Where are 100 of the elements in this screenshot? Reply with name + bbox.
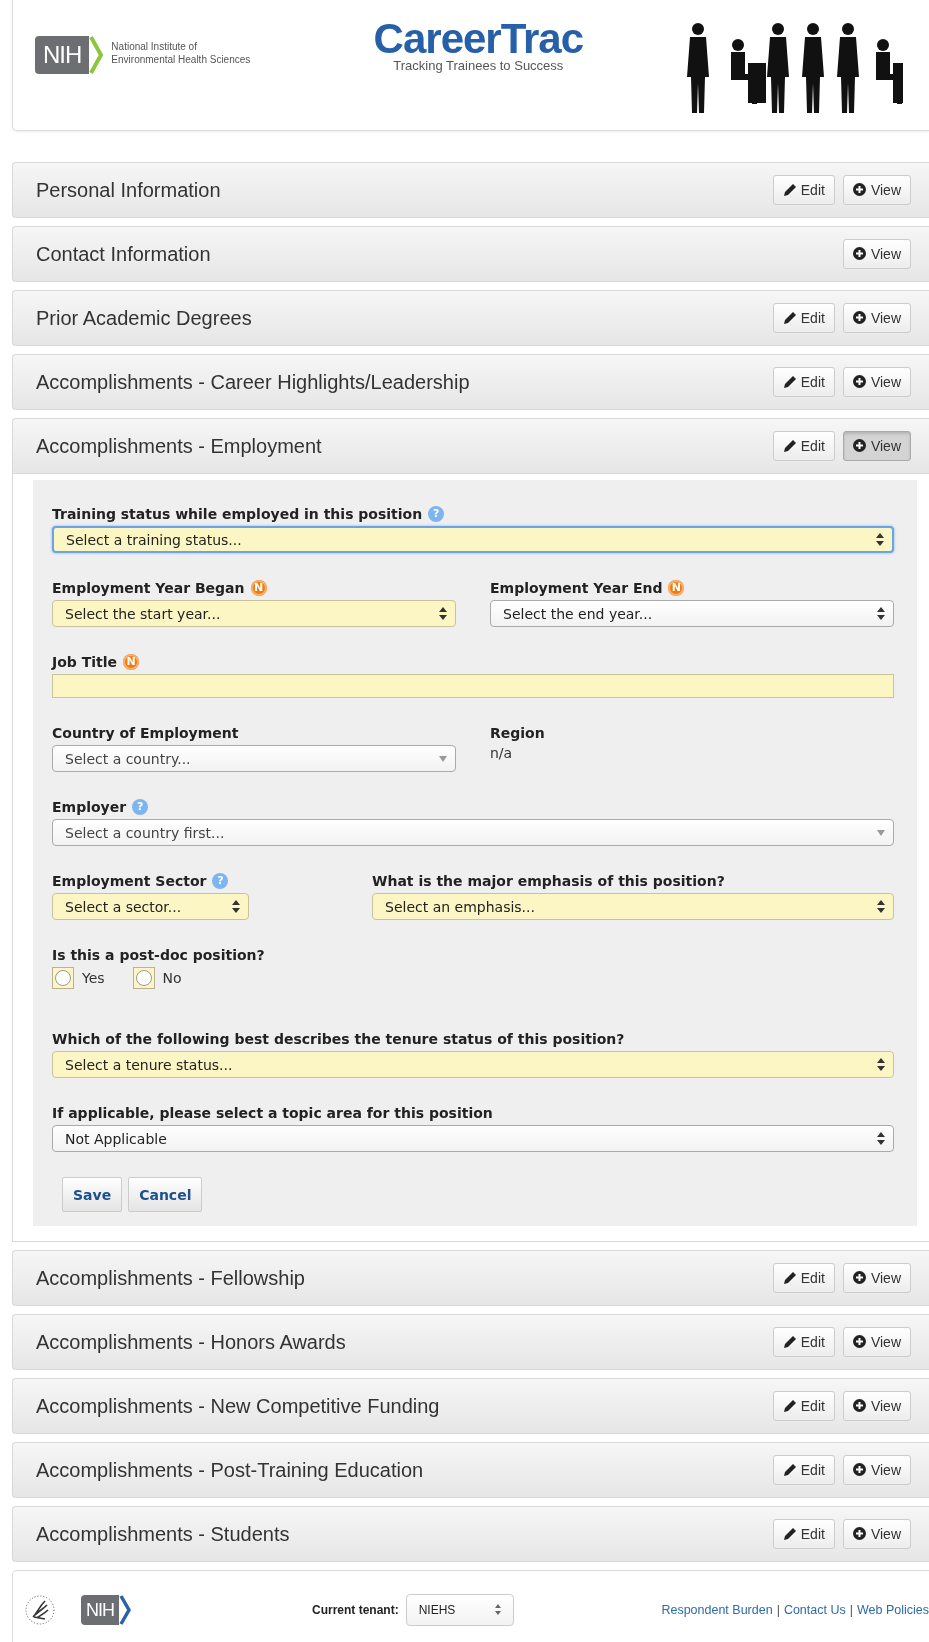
section-header[interactable]: Contact Information View: [12, 226, 929, 282]
field-label: Region: [490, 725, 545, 741]
plus-circle-icon: [852, 1463, 867, 1477]
section-header[interactable]: Accomplishments - New Competitive Funding Edit View: [12, 1378, 929, 1434]
dropdown-arrow-icon: [877, 829, 885, 836]
section-title: Prior Academic Degrees: [36, 306, 252, 330]
view-button[interactable]: View: [842, 175, 911, 205]
section-title: Accomplishments - Career Highlights/Leadership: [36, 370, 470, 394]
edit-button[interactable]: Edit: [772, 175, 835, 205]
plus-circle-icon: [852, 375, 867, 389]
tagline: Tracking Trainees to Success: [392, 58, 565, 73]
field-label: Employment Year Began: [52, 580, 245, 596]
select-field[interactable]: Select a sector...: [52, 893, 249, 920]
pencil-icon: [782, 1271, 797, 1285]
section-title: Personal Information: [36, 178, 221, 202]
select-field[interactable]: Select the start year...: [52, 600, 456, 627]
separator: |: [849, 1602, 853, 1617]
plus-circle-icon: [852, 439, 867, 453]
edit-button[interactable]: Edit: [772, 1455, 835, 1485]
edit-button[interactable]: Edit: [772, 303, 835, 333]
stepper-arrows-icon: [877, 900, 885, 913]
view-button[interactable]: View: [842, 431, 911, 461]
edit-button[interactable]: Edit: [772, 431, 835, 461]
tenant-select[interactable]: NIEHS: [405, 1593, 514, 1626]
pencil-icon: [782, 375, 797, 389]
view-button[interactable]: View: [842, 1391, 911, 1421]
org-name: National Institute of: [111, 40, 198, 53]
field-label: Training status while employed in this position: [52, 506, 423, 522]
field-label: Which of the following best describes the tenure status of this position?: [52, 1031, 625, 1047]
app-title: CareerTrac: [372, 18, 585, 60]
field-label: If applicable, please select a topic area for this position: [52, 1105, 493, 1121]
section-header[interactable]: Personal Information Edit View: [12, 162, 929, 218]
select-field[interactable]: Select a country...: [52, 745, 456, 772]
new-badge: N: [123, 654, 140, 670]
section-header[interactable]: Accomplishments - Fellowship Edit View: [12, 1250, 929, 1306]
section-title: Accomplishments - New Competitive Funding: [36, 1394, 440, 1418]
select-field[interactable]: Select a tenure status...: [52, 1051, 894, 1078]
select-field[interactable]: Select a training status...: [52, 526, 894, 553]
view-button[interactable]: View: [842, 1455, 911, 1485]
view-button[interactable]: View: [842, 1327, 911, 1357]
radio-label: Yes: [82, 970, 105, 986]
pencil-icon: [782, 1335, 797, 1349]
plus-circle-icon: [852, 1335, 867, 1349]
edit-button[interactable]: Edit: [772, 1391, 835, 1421]
stepper-arrows-icon: [877, 1058, 885, 1071]
input-field[interactable]: [52, 674, 894, 698]
new-badge: N: [250, 580, 267, 596]
edit-button[interactable]: Edit: [772, 1327, 835, 1357]
stepper-arrows-icon: [439, 607, 447, 620]
plus-circle-icon: [852, 311, 867, 325]
select-field[interactable]: Not Applicable: [52, 1125, 894, 1152]
radio-button[interactable]: [135, 970, 152, 986]
section-header[interactable]: Prior Academic Degrees Edit View: [12, 290, 929, 346]
section-title: Accomplishments - Fellowship: [36, 1266, 305, 1290]
section-title: Accomplishments - Employment: [36, 434, 322, 458]
pencil-icon: [782, 439, 797, 453]
edit-button[interactable]: Edit: [772, 1519, 835, 1549]
stepper-arrows-icon: [232, 900, 240, 913]
view-button[interactable]: View: [842, 1263, 911, 1293]
help-icon: ?: [428, 506, 445, 522]
logo: NIH: [81, 1593, 131, 1626]
section-header[interactable]: Accomplishments - Post-Training Education Edit View: [12, 1442, 929, 1498]
pencil-icon: [782, 1399, 797, 1413]
pencil-icon: [782, 1527, 797, 1541]
plus-circle-icon: [852, 1527, 867, 1541]
section-title: Accomplishments - Post-Training Education: [36, 1458, 424, 1482]
footer-link[interactable]: Contact Us: [783, 1602, 846, 1617]
view-button[interactable]: View: [842, 1519, 911, 1549]
cancel-button[interactable]: Cancel: [128, 1177, 203, 1212]
field-label: What is the major emphasis of this position?: [372, 873, 725, 889]
help-icon: ?: [132, 799, 149, 815]
pencil-icon: [782, 183, 797, 197]
radio-label: No: [162, 970, 182, 986]
footer-link[interactable]: Respondent Burden: [661, 1602, 773, 1617]
pencil-icon: [782, 311, 797, 325]
plus-circle-icon: [852, 1399, 867, 1413]
logo: NIH: [35, 35, 104, 75]
view-button[interactable]: View: [842, 367, 911, 397]
select-field[interactable]: Select an emphasis...: [372, 893, 894, 920]
view-button[interactable]: View: [842, 303, 911, 333]
section-header[interactable]: Accomplishments - Employment Edit View: [12, 418, 929, 474]
field-value: n/a: [490, 745, 514, 761]
section-header[interactable]: Accomplishments - Honors Awards Edit View: [12, 1314, 929, 1370]
save-button[interactable]: Save: [62, 1177, 123, 1212]
radio-button[interactable]: [55, 970, 71, 986]
select-field[interactable]: Select the end year...: [490, 600, 894, 627]
tenant-label: Current tenant:: [312, 1602, 399, 1617]
field-label: Is this a post-doc position?: [52, 947, 265, 963]
stepper-arrows-icon: [494, 1604, 501, 1615]
select-field[interactable]: Select a country first...: [52, 819, 894, 846]
view-button[interactable]: View: [842, 239, 911, 269]
field-label: Employment Year End: [490, 580, 663, 596]
field-label: Job Title: [52, 654, 118, 670]
section-header[interactable]: Accomplishments - Students Edit View: [12, 1506, 929, 1562]
field-label: Employer: [52, 799, 127, 815]
edit-button[interactable]: Edit: [772, 1263, 835, 1293]
edit-button[interactable]: Edit: [772, 367, 835, 397]
stepper-arrows-icon: [877, 607, 885, 620]
section-header[interactable]: Accomplishments - Career Highlights/Leadership Edit View: [12, 354, 929, 410]
footer-link[interactable]: Web Policies: [856, 1602, 929, 1617]
